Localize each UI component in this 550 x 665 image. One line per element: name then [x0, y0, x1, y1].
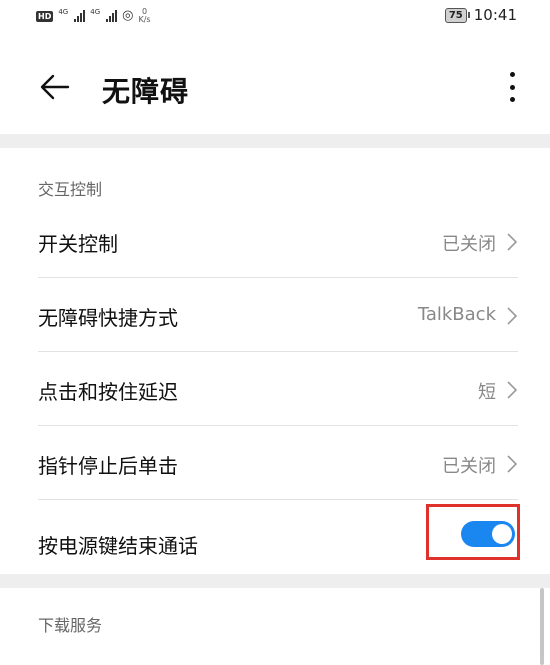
back-arrow-icon[interactable] [38, 70, 72, 104]
row-label: 无障碍快捷方式 [38, 306, 178, 330]
app-bar: 无障碍 [0, 60, 550, 116]
row-power-button-ends-call[interactable]: 按电源键结束通话 [38, 504, 520, 580]
signal-icon [106, 10, 118, 22]
signal-tag-1: 4G [58, 8, 69, 16]
hd-badge: HD [36, 10, 54, 22]
battery-icon: 75 [444, 7, 467, 23]
toggle-knob [492, 524, 512, 544]
net-speed: 0 K/s [138, 8, 150, 24]
divider [38, 277, 518, 278]
section-title-downloaded-services: 下载服务 [38, 616, 103, 635]
row-dwell-click[interactable]: 指针停止后单击 已关闭 [38, 428, 518, 500]
status-left: HD 4G 4G ◎ 0 K/s [36, 8, 151, 24]
section-title-interaction: 交互控制 [38, 180, 103, 199]
wifi-icon: ◎ [122, 8, 134, 23]
divider [38, 351, 518, 352]
divider [38, 499, 518, 500]
signal-icon [74, 10, 86, 22]
row-switch-control[interactable]: 开关控制 已关闭 [38, 206, 518, 278]
row-touch-hold-delay[interactable]: 点击和按住延迟 短 [38, 354, 518, 426]
divider [38, 425, 518, 426]
section-separator [0, 574, 550, 588]
row-label: 指针停止后单击 [38, 454, 178, 478]
highlight-box [426, 504, 520, 560]
row-value: 短 [478, 382, 496, 403]
chevron-right-icon [507, 455, 518, 473]
clock: 10:41 [473, 6, 517, 24]
chevron-right-icon [507, 233, 518, 251]
row-label: 开关控制 [38, 232, 118, 256]
row-value: 已关闭 [442, 456, 496, 477]
signal-tag-2: 4G [90, 8, 101, 16]
chevron-right-icon [507, 307, 518, 325]
scrollbar[interactable] [540, 588, 544, 665]
row-value: 已关闭 [442, 234, 496, 255]
chevron-right-icon [507, 381, 518, 399]
net-speed-unit: K/s [138, 15, 151, 24]
section-separator [0, 134, 550, 148]
power-ends-call-toggle[interactable] [461, 521, 515, 547]
more-vertical-icon[interactable] [500, 72, 524, 102]
battery-tip [467, 12, 470, 18]
page-title: 无障碍 [102, 75, 190, 108]
status-right: 75 10:41 [444, 6, 517, 24]
row-label: 按电源键结束通话 [38, 534, 198, 558]
status-bar: HD 4G 4G ◎ 0 K/s 75 10:41 [0, 0, 550, 36]
row-accessibility-shortcut[interactable]: 无障碍快捷方式 TalkBack [38, 280, 518, 352]
row-value: TalkBack [417, 304, 496, 325]
row-label: 点击和按住延迟 [38, 380, 178, 404]
